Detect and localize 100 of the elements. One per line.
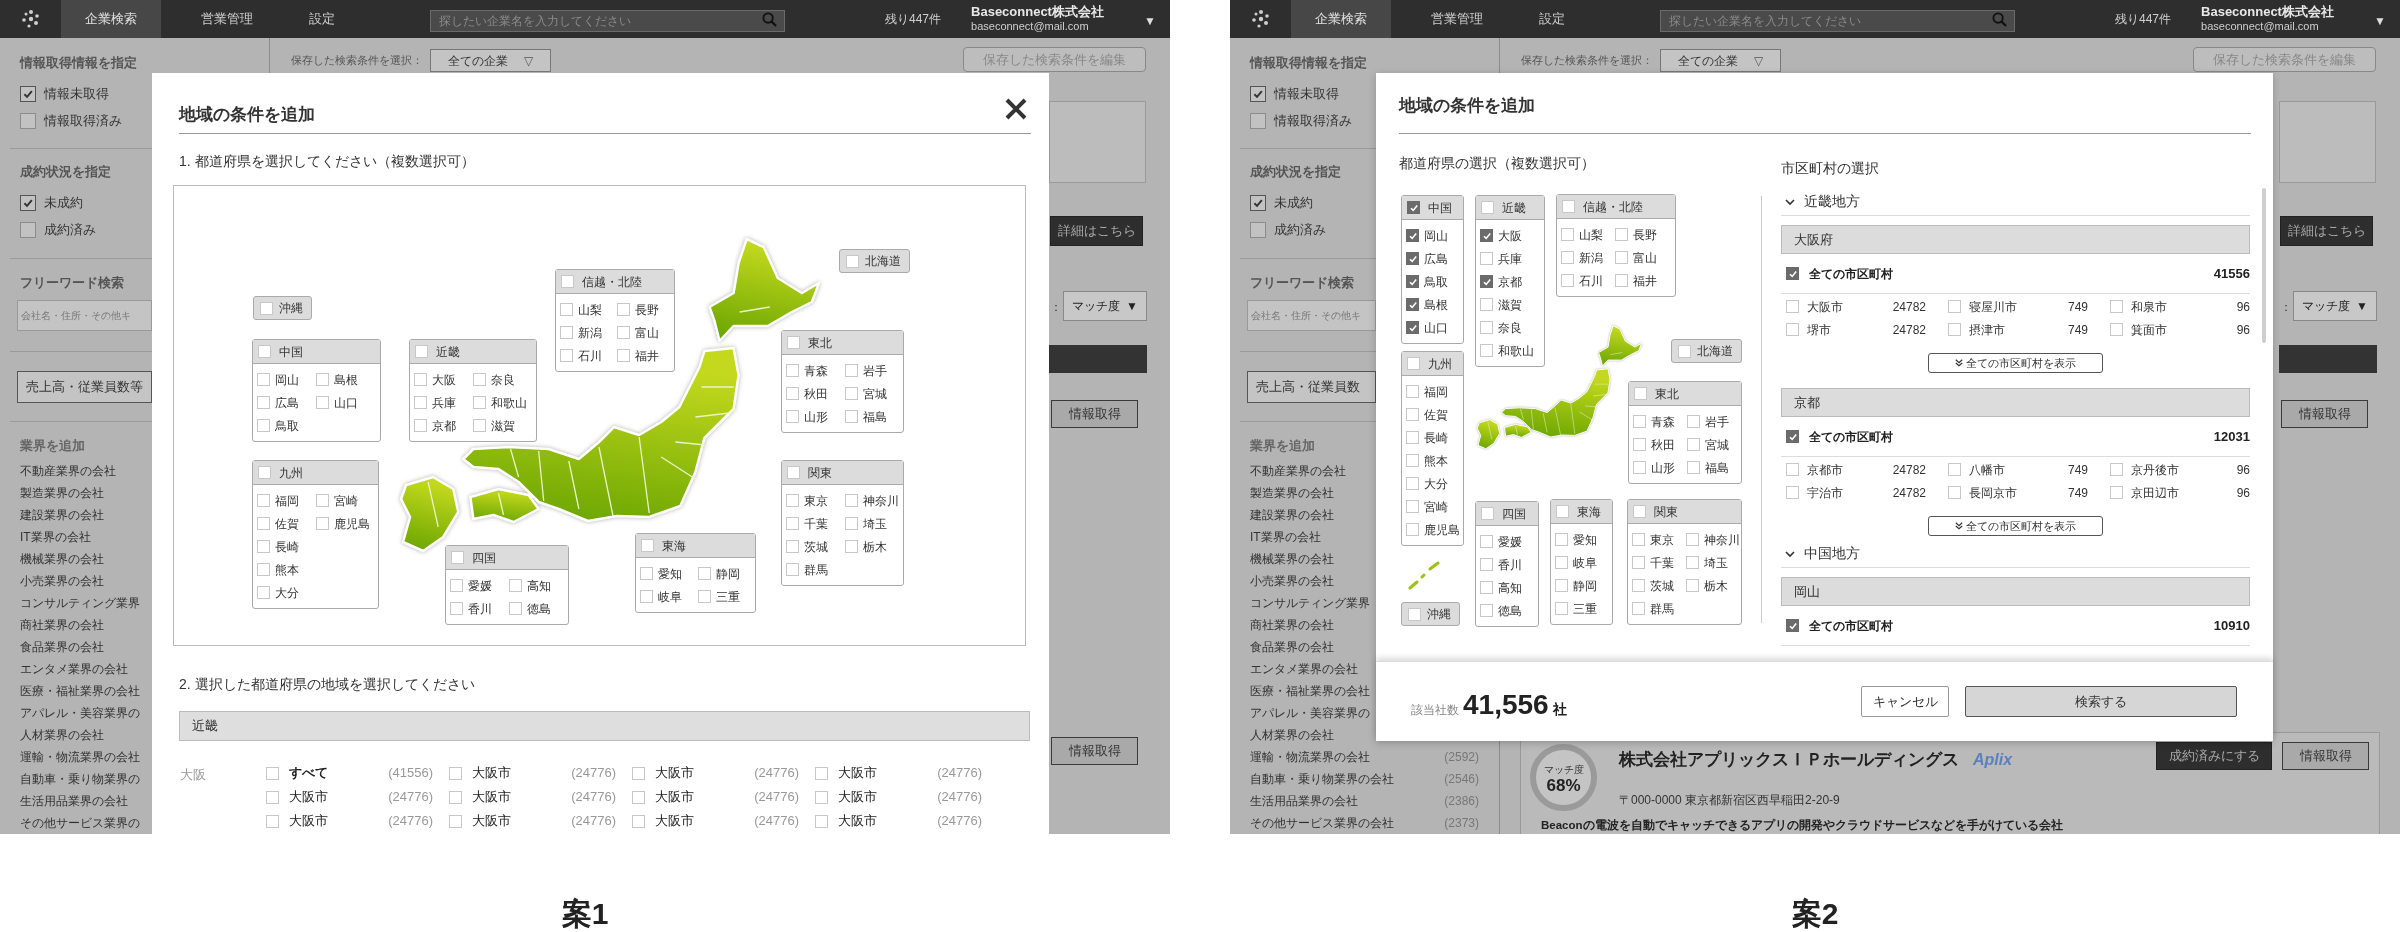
prefecture-label: 福島 <box>1705 459 1729 477</box>
checkbox[interactable] <box>1786 430 1799 443</box>
industry-link[interactable]: 医療・福祉業界の会社 <box>20 682 140 700</box>
industry-link[interactable]: IT業界の会社 <box>20 528 91 546</box>
fetch-info-button[interactable]: 情報取得 <box>1051 737 1138 765</box>
industry-link[interactable]: エンタメ業界の会社 <box>1250 660 1358 678</box>
industry-link[interactable]: その他サービス業界の会社 <box>1250 814 1394 832</box>
industry-link[interactable]: 運輸・物流業界の会社 <box>20 748 140 766</box>
industry-link[interactable]: 生活用品業界の会社 <box>20 792 128 810</box>
close-icon[interactable] <box>1004 97 1028 121</box>
prefecture-label: 奈良 <box>491 371 515 389</box>
saved-search-dropdown[interactable]: 全ての企業 ▽ <box>1660 49 1781 72</box>
checkbox[interactable] <box>1406 229 1419 242</box>
freeword-field[interactable]: 会社名・住所・その他キ <box>1247 300 1376 331</box>
industry-link[interactable]: 運輸・物流業界の会社 <box>1250 748 1370 766</box>
industry-link[interactable]: 小売業界の会社 <box>1250 572 1334 590</box>
logo-icon[interactable] <box>20 9 41 29</box>
show-all-cities-button[interactable]: 全ての市区町村を表示 <box>1928 516 2103 536</box>
fetch-info-button[interactable]: 情報取得 <box>2282 742 2369 770</box>
nav-tab[interactable]: 企業検索 <box>1291 0 1391 38</box>
industry-link[interactable]: 不動産業界の会社 <box>20 462 116 480</box>
group-toggle[interactable]: 中国地方 <box>1781 540 2250 568</box>
industry-link[interactable]: アパレル・美容業界の <box>20 704 140 722</box>
industry-link[interactable]: 製造業界の会社 <box>20 484 104 502</box>
industry-link[interactable]: 自動車・乗り物業界の会社 <box>1250 770 1394 788</box>
industry-link[interactable]: 建設業界の会社 <box>20 506 104 524</box>
nav-tab[interactable]: 設定 <box>293 0 351 38</box>
checkbox[interactable] <box>20 85 36 102</box>
checkbox[interactable] <box>1480 275 1493 288</box>
checkbox[interactable] <box>20 221 36 238</box>
checkbox[interactable] <box>20 194 36 211</box>
search-icon[interactable] <box>762 12 777 27</box>
industry-link[interactable]: 人材業界の会社 <box>20 726 104 744</box>
mark-closed-button[interactable]: 成約済みにする <box>2156 742 2272 770</box>
prefecture-label: 岡山 <box>1424 227 1448 245</box>
industry-link[interactable]: 商社業界の会社 <box>1250 616 1334 634</box>
search-button[interactable]: 検索する <box>1965 686 2237 717</box>
nav-tab[interactable]: 営業管理 <box>161 0 293 38</box>
industry-link[interactable]: 自動車・乗り物業界の <box>20 770 140 788</box>
checkbox[interactable] <box>20 112 36 129</box>
industry-link[interactable]: 建設業界の会社 <box>1250 506 1334 524</box>
checkbox[interactable] <box>1786 267 1799 280</box>
group-toggle[interactable]: 近畿地方 <box>1781 188 2250 216</box>
checkbox[interactable] <box>1407 201 1420 214</box>
checkbox[interactable] <box>1250 85 1266 102</box>
menu-caret[interactable]: ▼ <box>1144 12 1156 30</box>
industry-link[interactable]: IT業界の会社 <box>1250 528 1321 546</box>
prefecture-label: 三重 <box>1573 600 1597 618</box>
industry-link[interactable]: アパレル・美容業界の <box>1250 704 1370 722</box>
industry-link[interactable]: 製造業界の会社 <box>1250 484 1334 502</box>
checkbox[interactable] <box>1786 619 1799 632</box>
menu-caret[interactable]: ▼ <box>2374 12 2386 30</box>
nav-tab[interactable]: 設定 <box>1523 0 1581 38</box>
checkbox[interactable] <box>1250 112 1266 129</box>
filter-button[interactable]: 売上高・従業員数 <box>1247 371 1376 403</box>
industry-link[interactable]: 医療・福祉業界の会社 <box>1250 682 1370 700</box>
search-icon[interactable] <box>1992 12 2007 27</box>
cancel-button[interactable]: キャンセル <box>1861 686 1949 717</box>
freeword-field[interactable]: 会社名・住所・その他キ <box>17 300 152 331</box>
industry-link[interactable]: 商社業界の会社 <box>20 616 104 634</box>
nav-tab[interactable]: 営業管理 <box>1391 0 1523 38</box>
checkbox[interactable] <box>1406 275 1419 288</box>
region-label: 四国 <box>1502 505 1526 523</box>
industry-link[interactable]: 食品業界の会社 <box>20 638 104 656</box>
detail-button[interactable]: 詳細はこちら <box>2280 216 2373 246</box>
option-label: 未成約 <box>1274 193 1313 212</box>
checkbox[interactable] <box>1480 229 1493 242</box>
industry-link[interactable]: エンタメ業界の会社 <box>20 660 128 678</box>
sort-dropdown[interactable]: マッチ度 ▼ <box>2293 291 2377 321</box>
prefecture-label: 長野 <box>1633 226 1657 244</box>
fetch-info-button[interactable]: 情報取得 <box>2281 400 2368 428</box>
sort-dropdown[interactable]: マッチ度 ▼ <box>1063 291 1147 321</box>
checkbox[interactable] <box>1250 221 1266 238</box>
city-count: (24776) <box>937 764 982 783</box>
checkbox[interactable] <box>1406 252 1419 265</box>
prefecture-label: 徳島 <box>1498 602 1522 620</box>
detail-button[interactable]: 詳細はこちら <box>1050 216 1143 246</box>
industry-link[interactable]: その他サービス業界の <box>20 814 140 832</box>
show-all-cities-button[interactable]: 全ての市区町村を表示 <box>1928 353 2103 373</box>
industry-link[interactable]: 小売業界の会社 <box>20 572 104 590</box>
prefecture-label: 石川 <box>1579 272 1603 290</box>
region-label: 中国 <box>1428 199 1452 217</box>
industry-link[interactable]: 食品業界の会社 <box>1250 638 1334 656</box>
checkbox[interactable] <box>1250 194 1266 211</box>
industry-link[interactable]: 機械業界の会社 <box>20 550 104 568</box>
industry-link[interactable]: コンサルティング業界 <box>1250 594 1370 612</box>
logo-icon[interactable] <box>1250 9 1271 29</box>
checkbox[interactable] <box>1406 321 1419 334</box>
fetch-info-button[interactable]: 情報取得 <box>1051 400 1138 428</box>
prefecture-label: 鳥取 <box>1424 273 1448 291</box>
industry-link[interactable]: 不動産業界の会社 <box>1250 462 1346 480</box>
filter-button[interactable]: 売上高・従業員数等 <box>17 371 152 403</box>
industry-link[interactable]: 機械業界の会社 <box>1250 550 1334 568</box>
industry-link[interactable]: コンサルティング業界 <box>20 594 140 612</box>
checkbox[interactable] <box>1406 298 1419 311</box>
industry-link[interactable]: 生活用品業界の会社 <box>1250 792 1358 810</box>
scrollbar-thumb[interactable] <box>2262 188 2266 343</box>
saved-search-dropdown[interactable]: 全ての企業 ▽ <box>430 49 551 72</box>
nav-tab[interactable]: 企業検索 <box>61 0 161 38</box>
industry-link[interactable]: 人材業界の会社 <box>1250 726 1334 744</box>
